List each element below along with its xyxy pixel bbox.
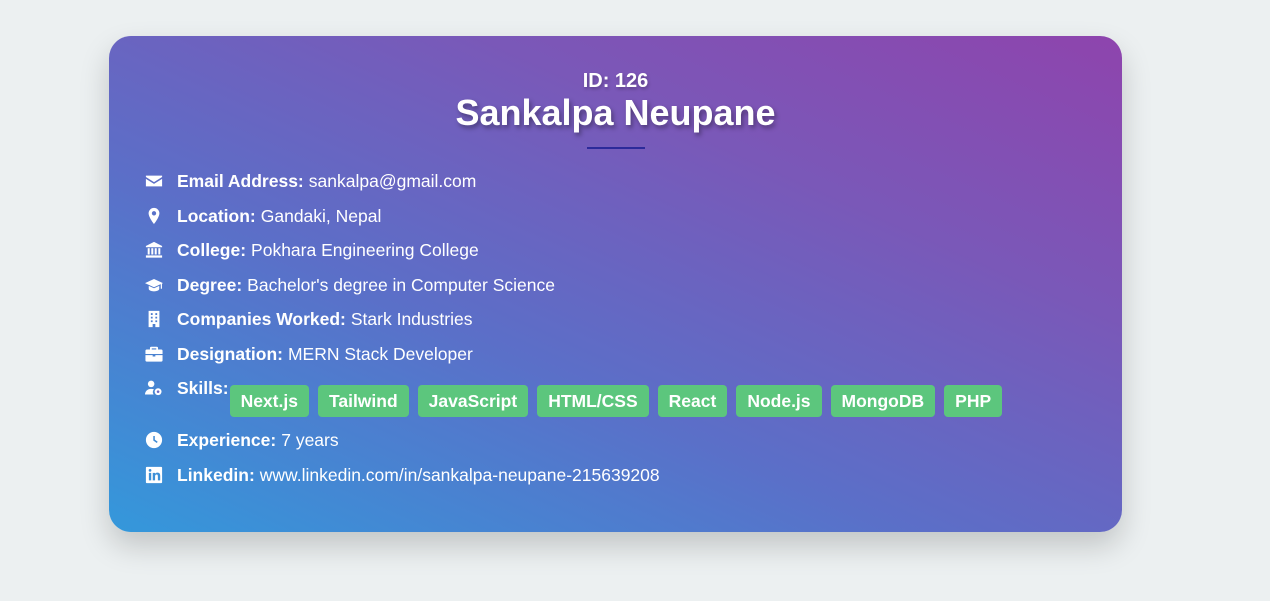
skill-badge: Next.js [229, 385, 309, 417]
skills-row: Skills: Next.js Tailwind JavaScript HTML… [143, 377, 1092, 429]
profile-id: ID: 126 [582, 70, 649, 92]
college-value: Pokhara Engineering College [251, 240, 479, 260]
title-underline [586, 147, 645, 149]
profile-card: ID: 126 Sankalpa Neupane Email Address: … [109, 36, 1122, 532]
skill-badge: MongoDB [830, 385, 936, 417]
designation-value: MERN Stack Developer [287, 343, 473, 364]
companies-label: Companies Worked: [177, 309, 346, 329]
profile-name: Sankalpa Neupane [455, 92, 776, 133]
office-building-icon [143, 308, 165, 330]
profile-details: Email Address: sankalpa@gmail.com Locati… [143, 170, 1092, 498]
college-row: College: Pokhara Engineering College [143, 239, 1092, 274]
companies-value: Stark Industries [350, 309, 473, 329]
degree-label: Degree: [177, 274, 243, 295]
degree-row: Degree: Bachelor's degree in Computer Sc… [143, 274, 1092, 309]
location-label: Location: [177, 205, 256, 226]
map-pin-icon [143, 205, 165, 227]
experience-value: 7 years [281, 430, 339, 450]
building-columns-icon [143, 239, 165, 261]
location-row: Location: Gandaki, Nepal [143, 205, 1092, 240]
skills-list: Next.js Tailwind JavaScript HTML/CSS Rea… [229, 385, 1003, 417]
skill-badge: React [657, 385, 728, 417]
graduation-cap-icon [143, 274, 165, 296]
skill-badge: HTML/CSS [537, 385, 649, 417]
designation-label: Designation: [177, 343, 283, 364]
email-value[interactable]: sankalpa@gmail.com [309, 170, 477, 192]
college-label: College: [177, 240, 247, 260]
experience-row: Experience: 7 years [143, 429, 1092, 464]
profile-header: ID: 126 Sankalpa Neupane [109, 69, 1122, 149]
skill-badge: Node.js [736, 385, 822, 417]
experience-label: Experience: [177, 430, 277, 450]
companies-row: Companies Worked: Stark Industries [143, 308, 1092, 343]
user-gear-icon [143, 377, 165, 399]
skill-badge: PHP [944, 385, 1003, 417]
briefcase-icon [143, 343, 165, 365]
designation-row: Designation: MERN Stack Developer [143, 343, 1092, 378]
linkedin-value[interactable]: www.linkedin.com/in/sankalpa-neupane-215… [260, 464, 660, 486]
linkedin-row: Linkedin: www.linkedin.com/in/sankalpa-n… [143, 464, 1092, 499]
linkedin-icon [143, 464, 165, 486]
clock-icon [143, 429, 165, 451]
skill-badge: Tailwind [317, 385, 409, 417]
email-row: Email Address: sankalpa@gmail.com [143, 170, 1092, 205]
skill-badge: JavaScript [417, 385, 529, 417]
skills-label: Skills: [177, 378, 229, 398]
envelope-icon [143, 170, 165, 192]
location-value: Gandaki, Nepal [260, 205, 382, 226]
degree-value: Bachelor's degree in Computer Science [247, 274, 555, 295]
email-label: Email Address: [177, 171, 304, 191]
linkedin-label: Linkedin: [177, 464, 255, 485]
